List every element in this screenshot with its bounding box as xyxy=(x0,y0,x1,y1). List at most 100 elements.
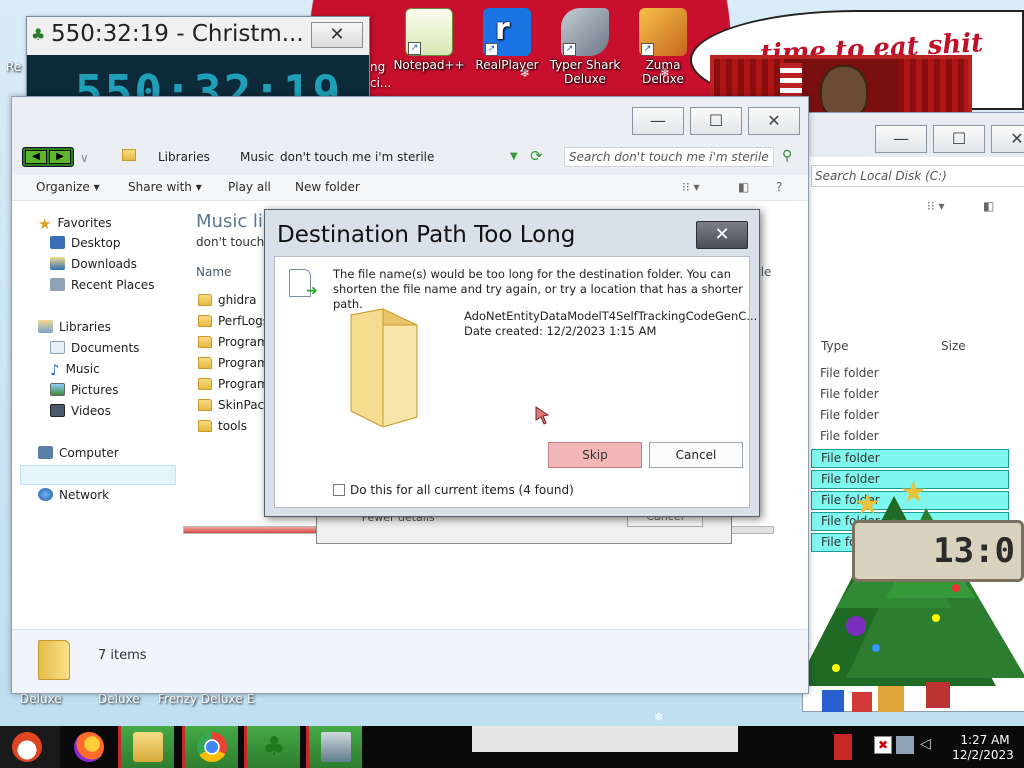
taskbar-app-chrome[interactable] xyxy=(182,726,238,768)
close-button[interactable]: ✕ xyxy=(311,22,363,48)
volume-icon[interactable]: ◁ xyxy=(920,736,931,752)
change-view-icon[interactable]: ⁝⁝ ▾ xyxy=(682,180,699,194)
desktop-icon-label: RealPlayer xyxy=(475,58,539,72)
table-row[interactable]: File folder xyxy=(811,449,1009,468)
table-row[interactable]: File folder xyxy=(811,386,1009,405)
file-list-item[interactable]: PerfLogs xyxy=(198,314,269,328)
network-icon xyxy=(38,488,53,501)
organize-menu[interactable]: Organize ▾ xyxy=(36,180,100,194)
details-pane: 7 items xyxy=(12,629,808,693)
nav-selection-highlight xyxy=(20,465,176,485)
shortcut-arrow-icon: ↗ xyxy=(563,43,576,56)
close-button[interactable]: ✕ xyxy=(991,125,1024,153)
start-button[interactable] xyxy=(0,726,60,768)
destination-path-too-long-dialog[interactable]: Destination Path Too Long ✕ ➜ The file n… xyxy=(264,209,760,517)
network-tray-icon[interactable] xyxy=(896,736,914,754)
cancel-button[interactable]: Cancel xyxy=(649,442,743,468)
file-name: ghidra xyxy=(218,293,257,307)
folder-icon xyxy=(198,420,212,432)
nav-favorites[interactable]: ★ Favorites xyxy=(38,215,112,233)
file-list-item[interactable]: SkinPack xyxy=(198,398,271,412)
taskbar-app-explorer[interactable] xyxy=(118,726,174,768)
table-row[interactable]: File folder xyxy=(811,407,1009,426)
tray-flag-icon[interactable] xyxy=(834,734,852,760)
help-icon[interactable]: ? xyxy=(776,180,782,194)
nav-network[interactable]: Network xyxy=(38,488,109,502)
file-list-item[interactable]: tools xyxy=(198,419,247,433)
file-list-item[interactable]: ghidra xyxy=(198,293,256,307)
recent-pages-chevron-icon[interactable]: ∨ xyxy=(80,151,89,165)
desktop-icon-notepad-plus-plus[interactable]: ↗ Notepad++ xyxy=(392,8,466,72)
computer-icon xyxy=(38,446,53,459)
taskbar-app-system-monitor[interactable] xyxy=(306,726,362,768)
taskbar-empty-slot xyxy=(472,726,738,752)
nav-recent-places[interactable]: Recent Places xyxy=(50,278,154,292)
table-row[interactable]: File folder xyxy=(811,428,1009,447)
clock-time[interactable]: 1:27 AM xyxy=(954,733,1016,747)
play-all-button[interactable]: Play all xyxy=(228,180,271,194)
taskbar-app-firefox[interactable] xyxy=(62,726,118,768)
nav-pictures[interactable]: Pictures xyxy=(50,383,119,397)
nav-documents[interactable]: Documents xyxy=(50,341,139,355)
file-list-item[interactable]: Program xyxy=(198,377,269,391)
breadcrumb-music[interactable]: Music xyxy=(240,145,274,169)
close-button[interactable]: ✕ xyxy=(748,107,800,135)
file-name: AdoNetEntityDataModelT4SelfTrackingCodeG… xyxy=(464,309,758,323)
column-header-name[interactable]: Name xyxy=(196,265,231,279)
desktop-icon-typer-shark[interactable]: ↗ Typer Shark Deluxe xyxy=(548,8,622,86)
nav-downloads[interactable]: Downloads xyxy=(50,257,137,271)
countdown-digits: 550:32:19 xyxy=(75,65,343,100)
breadcrumb-libraries[interactable]: Libraries xyxy=(158,145,210,169)
desktop-icon xyxy=(50,236,65,249)
forward-button[interactable]: ▶ xyxy=(49,150,71,164)
new-folder-button[interactable]: New folder xyxy=(295,180,360,194)
library-subtitle: don't touch xyxy=(196,235,265,249)
apply-to-all-checkbox[interactable] xyxy=(333,484,345,496)
dialog-body: ➜ The file name(s) would be too long for… xyxy=(274,256,757,508)
preview-pane-icon[interactable]: ◧ xyxy=(738,180,749,194)
desktop-icon-realplayer[interactable]: r ↗ RealPlayer xyxy=(470,8,544,72)
clock-date[interactable]: 12/2/2023 xyxy=(948,748,1018,762)
nav-music[interactable]: ♪ Music xyxy=(50,361,100,379)
breadcrumb-current-folder[interactable]: don't touch me i'm sterile xyxy=(280,145,434,169)
folder-icon xyxy=(350,308,418,427)
search-icon[interactable]: ⚲ xyxy=(782,148,792,164)
close-button[interactable]: ✕ xyxy=(696,221,748,249)
countdown-window[interactable]: ♣ 550:32:19 - Christm... ✕ 550:32:19 xyxy=(26,16,370,100)
nav-videos[interactable]: Videos xyxy=(50,404,111,418)
christmas-tree-app-icon: ♣ xyxy=(262,732,286,762)
table-row[interactable]: File folder xyxy=(811,365,1009,384)
breadcrumb[interactable]: Libraries Music don't touch me i'm steri… xyxy=(116,145,556,169)
taskbar-app-christmas-tree[interactable]: ♣ xyxy=(244,726,300,768)
desktop-partial-label: Re xyxy=(6,60,22,74)
minimize-button[interactable]: — xyxy=(632,107,684,135)
search-input[interactable]: Search Local Disk (C:) xyxy=(811,165,1024,187)
desktop-icon-label: Deluxe xyxy=(98,692,140,706)
apply-to-all-checkbox-row[interactable]: Do this for all current items (4 found) xyxy=(333,483,574,497)
action-center-icon[interactable]: ✖ xyxy=(874,736,892,754)
preview-pane-icon[interactable]: ◧ xyxy=(983,199,994,213)
column-header-type[interactable]: Type xyxy=(821,339,849,353)
file-list-item[interactable]: Program xyxy=(198,356,269,370)
checkbox-label: Do this for all current items (4 found) xyxy=(350,483,574,497)
maximize-button[interactable]: ☐ xyxy=(690,107,742,135)
view-options-icon[interactable]: ⁝⁝ ▾ xyxy=(927,199,944,213)
search-input[interactable]: Search don't touch me i'm sterile xyxy=(564,147,774,167)
portrait-face-image xyxy=(820,65,868,119)
nav-libraries[interactable]: Libraries xyxy=(38,320,111,334)
nav-desktop[interactable]: Desktop xyxy=(50,236,121,250)
desktop-icon-zuma-deluxe[interactable]: ↗ Zuma Deluxe xyxy=(626,8,700,86)
maximize-button[interactable]: ☐ xyxy=(933,125,985,153)
refresh-icon[interactable]: ⟳ xyxy=(530,147,543,165)
skip-button[interactable]: Skip xyxy=(548,442,642,468)
share-with-menu[interactable]: Share with ▾ xyxy=(128,180,202,194)
chrome-icon xyxy=(197,732,227,762)
folder-icon xyxy=(198,336,212,348)
back-button[interactable]: ◀ xyxy=(25,150,47,164)
minimize-button[interactable]: — xyxy=(875,125,927,153)
file-list-item[interactable]: Program xyxy=(198,335,269,349)
folder-icon xyxy=(198,315,212,327)
nav-computer[interactable]: Computer xyxy=(38,446,119,460)
column-header-size[interactable]: Size xyxy=(941,339,966,353)
address-dropdown-icon[interactable]: ▼ xyxy=(510,151,518,162)
